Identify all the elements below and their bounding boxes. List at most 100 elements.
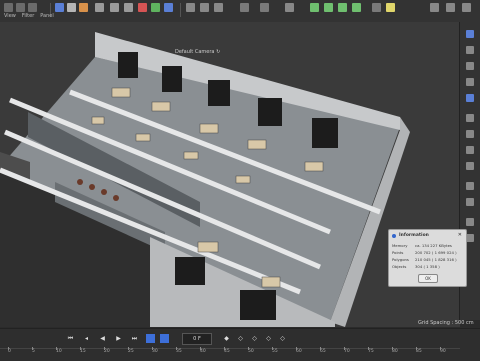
key-param-icon[interactable]: ◇ xyxy=(278,334,287,343)
field-icon[interactable] xyxy=(338,3,347,12)
cube-icon[interactable] xyxy=(240,3,249,12)
autokey-icon[interactable] xyxy=(160,334,169,343)
ruler-tick: 60 xyxy=(296,347,302,354)
move-icon[interactable] xyxy=(110,3,119,12)
ruler-tick: 45 xyxy=(224,347,230,354)
ruler-tick: 55 xyxy=(272,347,278,354)
paint-icon[interactable] xyxy=(466,218,474,226)
ruler-tick: 50 xyxy=(248,347,254,354)
info-icon xyxy=(392,234,396,238)
ruler-tick: 5 xyxy=(32,347,35,354)
polygons-icon[interactable] xyxy=(466,78,474,86)
memory-value: ca. 134 227 KBytes xyxy=(415,243,452,248)
render-view-icon[interactable] xyxy=(186,3,195,12)
rotate-icon[interactable] xyxy=(124,3,133,12)
solo-icon[interactable] xyxy=(466,182,474,190)
subdivision-icon[interactable] xyxy=(285,3,294,12)
ruler-tick: 40 xyxy=(200,347,206,354)
menu-filter[interactable]: Filter xyxy=(22,13,34,19)
ruler-tick: 75 xyxy=(368,347,374,354)
menu-view[interactable]: View xyxy=(4,13,16,19)
previous-frame-icon[interactable]: ◀ xyxy=(98,334,107,343)
window-6 xyxy=(175,257,205,285)
snapping-icon[interactable] xyxy=(466,146,474,154)
ruler-tick: 70 xyxy=(344,347,350,354)
points-label: Points xyxy=(392,250,404,255)
deformer-icon[interactable] xyxy=(310,3,319,12)
polygons-value: 210 045 ( 1 828 316 ) xyxy=(415,257,457,262)
previous-key-icon[interactable]: ◂ xyxy=(82,334,91,343)
camera-icon[interactable] xyxy=(372,3,381,12)
points-icon[interactable] xyxy=(466,46,474,54)
points-value: 200 702 ( 1 699 024 ) xyxy=(415,250,457,255)
render-picture-viewer-icon[interactable] xyxy=(200,3,209,12)
viewport-menu: View Filter Panel xyxy=(4,13,54,19)
objects-value: 304 ( 1 358 ) xyxy=(415,264,440,269)
axis-icon[interactable] xyxy=(466,30,474,38)
enable-axis-icon[interactable] xyxy=(466,114,474,122)
camera-label[interactable]: Default Camera ↻ xyxy=(175,49,220,55)
snap-icon[interactable] xyxy=(446,3,455,12)
key-icon[interactable]: ◆ xyxy=(222,334,231,343)
window-7 xyxy=(240,290,276,320)
main-toolbar: View Filter Panel xyxy=(0,0,480,23)
mograph-icon[interactable] xyxy=(352,3,361,12)
close-icon[interactable]: ✕ xyxy=(458,232,462,238)
uv-icon[interactable] xyxy=(466,94,474,102)
ruler-tick: 0 xyxy=(8,347,11,354)
ruler-tick: 10 xyxy=(56,347,62,354)
rotate-tool-icon[interactable] xyxy=(28,3,37,12)
play-icon[interactable]: ▶ xyxy=(114,334,123,343)
lock-icon[interactable] xyxy=(466,198,474,206)
array-icon[interactable] xyxy=(324,3,333,12)
menu-panel[interactable]: Panel xyxy=(40,13,54,19)
live-selection-icon[interactable] xyxy=(67,3,76,12)
scale-tool-icon[interactable] xyxy=(16,3,25,12)
ruler-tick: 85 xyxy=(416,347,422,354)
window-2 xyxy=(162,66,182,92)
sculpt-icon[interactable] xyxy=(466,234,474,242)
ruler-tick: 35 xyxy=(176,347,182,354)
ruler-tick: 65 xyxy=(320,347,326,354)
dialog-title: Information xyxy=(399,233,429,238)
information-dialog: Information ✕ Memory ca. 134 227 KBytes … xyxy=(388,229,467,287)
axis-z-icon[interactable] xyxy=(164,3,173,12)
ruler-tick: 25 xyxy=(128,347,134,354)
timeline: ⏮ ◂ ◀ ▶ ⏭ 0 F ◆ ◇ ◇ ◇ ◇ 0 5 10 15 20 25 … xyxy=(0,328,480,361)
key-position-icon[interactable]: ◇ xyxy=(236,334,245,343)
ruler-tick: 80 xyxy=(392,347,398,354)
edges-icon[interactable] xyxy=(466,62,474,70)
window-3 xyxy=(208,80,230,106)
go-to-start-icon[interactable]: ⏮ xyxy=(66,334,75,343)
record-keys-icon[interactable] xyxy=(146,334,155,343)
current-frame-field[interactable]: 0 F xyxy=(182,333,212,345)
ok-button[interactable]: OK xyxy=(418,274,438,283)
pen-icon[interactable] xyxy=(260,3,269,12)
key-rotation-icon[interactable]: ◇ xyxy=(250,334,259,343)
window-1 xyxy=(118,52,138,78)
memory-label: Memory xyxy=(392,243,408,248)
undo-icon[interactable] xyxy=(95,3,104,12)
key-scale-icon[interactable]: ◇ xyxy=(264,334,273,343)
tweak-icon[interactable] xyxy=(466,130,474,138)
search-icon[interactable] xyxy=(462,3,471,12)
layout-icon[interactable] xyxy=(430,3,439,12)
axis-x-icon[interactable] xyxy=(138,3,147,12)
light-icon[interactable] xyxy=(386,3,395,12)
model-mode-icon[interactable] xyxy=(55,3,64,12)
window-4 xyxy=(258,98,282,126)
go-to-end-icon[interactable]: ⏭ xyxy=(130,334,139,343)
render-settings-icon[interactable] xyxy=(214,3,223,12)
move-tool-icon[interactable] xyxy=(4,3,13,12)
ruler-tick: 20 xyxy=(104,347,110,354)
ruler-tick: 30 xyxy=(152,347,158,354)
ruler-tick: 15 xyxy=(80,347,86,354)
timeline-ruler[interactable]: 0 5 10 15 20 25 30 35 40 45 50 55 60 65 … xyxy=(0,347,460,359)
workplane-icon[interactable] xyxy=(466,162,474,170)
objects-label: Objects xyxy=(392,264,407,269)
window-5 xyxy=(312,118,338,148)
polygons-label: Polygons xyxy=(392,257,409,262)
render-region-icon[interactable] xyxy=(79,3,88,12)
grid-spacing-label: Grid Spacing : 500 cm xyxy=(418,320,474,326)
axis-y-icon[interactable] xyxy=(151,3,160,12)
